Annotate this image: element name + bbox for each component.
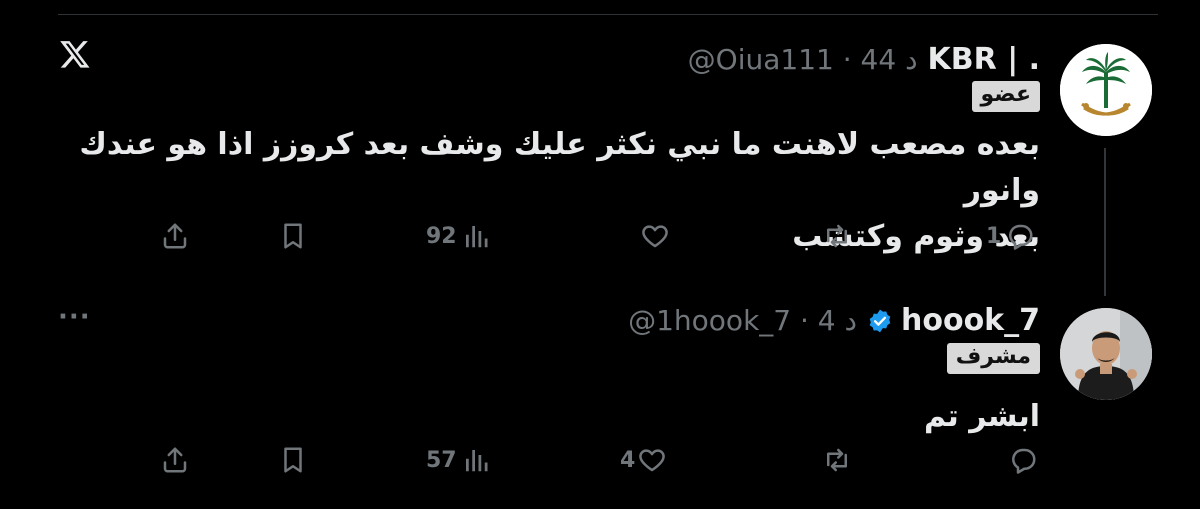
views-count: 57: [426, 447, 457, 473]
reply-button[interactable]: 1: [986, 221, 1035, 251]
reply-icon: [1009, 224, 1033, 250]
display-name[interactable]: hoook_7: [901, 303, 1040, 338]
heart-icon: [639, 449, 666, 472]
like-count: 4: [620, 447, 636, 473]
more-icon: ···: [58, 302, 91, 332]
top-divider: [58, 14, 1158, 15]
tweet-actions: 57 4: [0, 440, 1200, 480]
palm-swords-emblem-icon: [1060, 44, 1152, 136]
heart-icon: [642, 225, 668, 248]
avatar[interactable]: [1060, 308, 1152, 400]
tweet-text: ابشر تم: [640, 394, 1040, 440]
retweet-button[interactable]: [822, 445, 852, 475]
bookmark-icon: [284, 223, 302, 249]
tweet-text-line: ابشر تم: [924, 399, 1040, 434]
share-icon: [163, 447, 187, 473]
reply-count: 1: [986, 223, 1002, 249]
bookmark-icon: [284, 447, 302, 473]
handle-and-time[interactable]: @1hoook_7 · 4 د: [628, 304, 857, 337]
views-button[interactable]: 57: [426, 445, 491, 475]
reply-button[interactable]: [1008, 445, 1038, 475]
tweet-actions: 92 1: [0, 216, 1200, 256]
retweet-icon: [827, 448, 847, 472]
like-button[interactable]: [640, 221, 670, 251]
verified-badge-icon: [869, 309, 891, 332]
tweet-header: KBR | . @Oiua111 · 44 د: [688, 42, 1040, 77]
share-button[interactable]: [160, 445, 190, 475]
retweet-button[interactable]: [822, 221, 852, 251]
like-button[interactable]: 4: [620, 445, 667, 475]
member-badge: عضو: [971, 81, 1040, 112]
views-count: 92: [426, 223, 457, 249]
retweet-icon: [827, 224, 847, 248]
reply-icon: [1012, 448, 1036, 474]
views-icon: [465, 226, 488, 248]
bookmark-button[interactable]: [278, 445, 308, 475]
avatar[interactable]: [1060, 44, 1152, 136]
tweet-text-line: بعده مصعب لاهنت ما نبي نكثر عليك وشف بعد…: [79, 127, 1040, 208]
bookmark-button[interactable]: [278, 221, 308, 251]
moderator-badge: مشرف: [946, 343, 1040, 374]
more-button[interactable]: ···: [58, 302, 91, 332]
person-photo-icon: [1060, 308, 1152, 400]
tweet-header: hoook_7 @1hoook_7 · 4 د: [628, 303, 1040, 338]
share-icon: [163, 223, 187, 249]
x-logo-icon[interactable]: [59, 38, 91, 70]
share-button[interactable]: [160, 221, 190, 251]
views-icon: [465, 450, 488, 472]
views-button[interactable]: 92: [426, 221, 491, 251]
handle-and-time[interactable]: @Oiua111 · 44 د: [688, 43, 918, 76]
display-name[interactable]: KBR | .: [928, 42, 1040, 77]
